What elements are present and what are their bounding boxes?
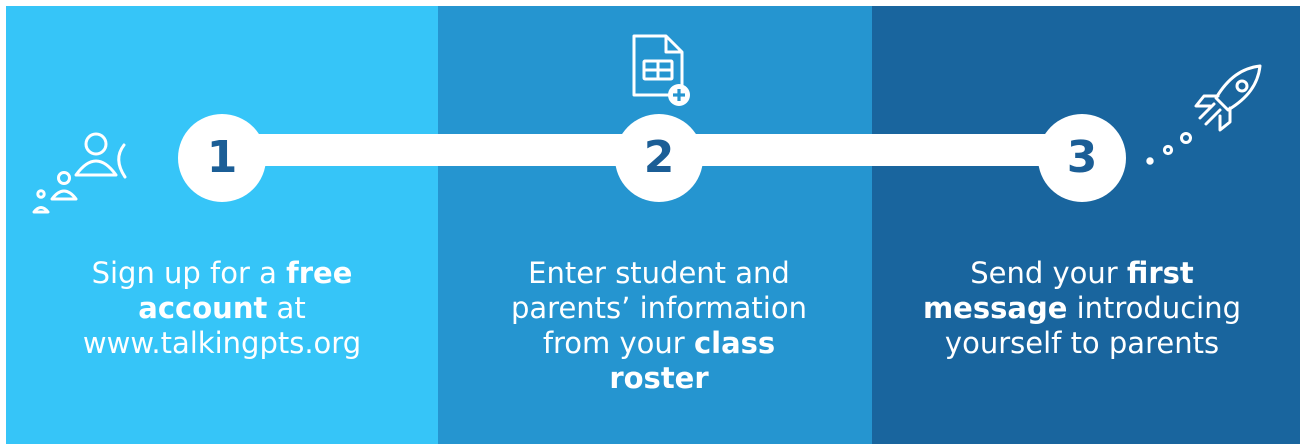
step-1-panel	[6, 6, 438, 444]
spreadsheet-add-icon	[628, 33, 698, 109]
steps-infographic: 1 2 3 Sign up for a free account at www.…	[6, 6, 1300, 444]
rocket-icon	[1134, 56, 1274, 166]
step-2-number: 2	[615, 114, 703, 202]
step-3-number: 3	[1038, 114, 1126, 202]
step-3-caption: Send your first message introducing your…	[917, 256, 1247, 361]
users-icon	[30, 131, 170, 221]
step-1-number: 1	[178, 114, 266, 202]
step-3-text-a: Send your	[970, 256, 1127, 290]
step-1-text-a: Sign up for a	[91, 256, 287, 290]
step-2-caption: Enter student and parents’ information f…	[494, 256, 824, 396]
step-1-caption: Sign up for a free account at www.talkin…	[57, 256, 387, 361]
